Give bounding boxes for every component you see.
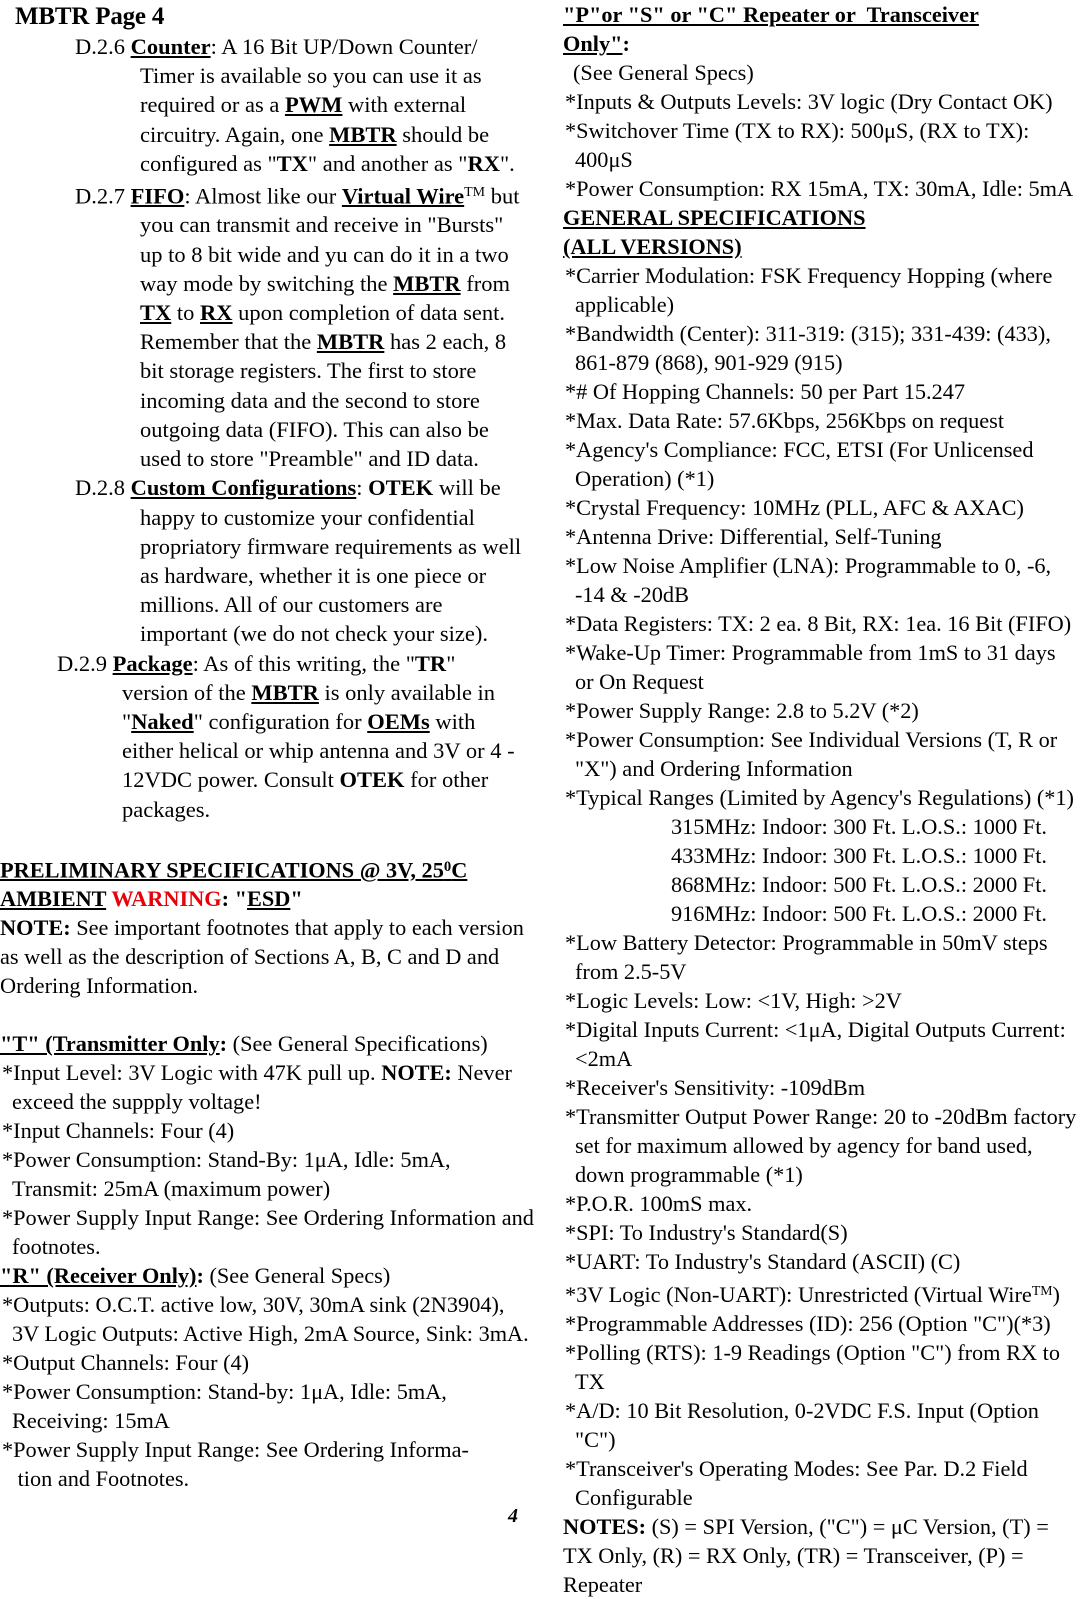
- general-spec-uart: *UART: To Industry's Standard (ASCII) (C…: [565, 1249, 961, 1274]
- transmitter-spec-power-consumption: *Power Consumption: Stand-By: 1μA, Idle:…: [2, 1147, 451, 1202]
- general-spec-spi: *SPI: To Industry's Standard(S): [565, 1220, 848, 1245]
- repeater-spec-io-levels: *Inputs & Outputs Levels: 3V logic (Dry …: [565, 89, 1053, 114]
- general-spec-low-battery-detector: *Low Battery Detector: Programmable in 5…: [565, 930, 1048, 984]
- general-spec-logic-levels: *Logic Levels: Low: <1V, High: >2V: [565, 988, 902, 1013]
- receiver-spec-outputs: *Outputs: O.C.T. active low, 30V, 30mA s…: [2, 1292, 529, 1347]
- transmitter-spec-power-supply: *Power Supply Input Range: See Ordering …: [2, 1205, 534, 1260]
- receiver-spec-power-supply: *Power Supply Input Range: See Ordering …: [2, 1437, 469, 1492]
- general-spec-lna: *Low Noise Amplifier (LNA): Programmable…: [565, 553, 1052, 607]
- range-row-315mhz: 315MHz: Indoor: 300 Ft. L.O.S.: 1000 Ft.: [671, 814, 1047, 839]
- general-spec-power-consumption: *Power Consumption: See Individual Versi…: [565, 727, 1058, 781]
- general-spec-data-registers: *Data Registers: TX: 2 ea. 8 Bit, RX: 1e…: [565, 611, 1072, 636]
- prelim-note: NOTE: See important footnotes that apply…: [0, 915, 524, 999]
- page-title: MBTR Page 4: [15, 3, 165, 30]
- receiver-heading: "R" (Receiver Only): (See General Specs): [0, 1263, 391, 1289]
- general-spec-antenna-drive: *Antenna Drive: Differential, Self-Tunin…: [565, 524, 942, 549]
- general-spec-agency-compliance: *Agency's Compliance: FCC, ETSI (For Unl…: [565, 437, 1034, 491]
- range-row-868mhz: 868MHz: Indoor: 500 Ft. L.O.S.: 2000 Ft.: [671, 872, 1047, 897]
- right-column: "P"or "S" or "C" Repeater or Transceiver…: [563, 0, 1085, 1599]
- paragraph-d27: D.2.7 FIFO: Almost like our Virtual Wire…: [75, 183, 520, 472]
- general-spec-polling: *Polling (RTS): 1-9 Readings (Option "C"…: [565, 1340, 1060, 1395]
- general-spec-receiver-sensitivity: *Receiver's Sensitivity: -109dBm: [565, 1075, 866, 1100]
- general-spec-operating-modes: *Transceiver's Operating Modes: See Par.…: [565, 1456, 1028, 1511]
- general-spec-ad-converter: *A/D: 10 Bit Resolution, 0-2VDC F.S. Inp…: [565, 1398, 1039, 1453]
- repeater-spec-power-consumption: *Power Consumption: RX 15mA, TX: 30mA, I…: [565, 176, 1074, 201]
- paragraph-d28: D.2.8 Custom Configurations: OTEK will b…: [75, 475, 522, 647]
- prelim-spec-title-line1: PRELIMINARY SPECIFICATIONS @ 3V, 250C: [0, 857, 468, 883]
- general-spec-hopping-channels: *# Of Hopping Channels: 50 per Part 15.2…: [565, 379, 966, 404]
- general-spec-power-supply-range: *Power Supply Range: 2.8 to 5.2V (*2): [565, 698, 919, 723]
- repeater-spec-switchover-time: *Switchover Time (TX to RX): 500μS, (RX …: [565, 118, 1030, 172]
- general-spec-heading-line2: (ALL VERSIONS): [563, 234, 742, 259]
- receiver-spec-power-consumption: *Power Consumption: Stand-by: 1μA, Idle:…: [2, 1379, 447, 1434]
- general-spec-programmable-addresses: *Programmable Addresses (ID): 256 (Optio…: [565, 1311, 1051, 1337]
- transmitter-heading: "T" (Transmitter Only: (See General Spec…: [0, 1031, 488, 1057]
- general-spec-heading-line1: GENERAL SPECIFICATIONS: [563, 205, 866, 230]
- repeater-subnote: (See General Specs): [573, 60, 754, 85]
- receiver-spec-output-channels: *Output Channels: Four (4): [2, 1350, 250, 1376]
- general-notes: NOTES: (S) = SPI Version, ("C") = μC Ver…: [563, 1514, 1049, 1598]
- general-spec-typical-ranges: *Typical Ranges (Limited by Agency's Reg…: [565, 785, 1074, 810]
- transmitter-spec-input-level: *Input Level: 3V Logic with 47K pull up.…: [2, 1060, 512, 1115]
- general-spec-carrier-modulation: *Carrier Modulation: FSK Frequency Hoppi…: [565, 263, 1053, 317]
- general-spec-wake-up-timer: *Wake-Up Timer: Programmable from 1mS to…: [565, 640, 1056, 694]
- range-row-433mhz: 433MHz: Indoor: 300 Ft. L.O.S.: 1000 Ft.: [671, 843, 1047, 868]
- general-spec-max-data-rate: *Max. Data Rate: 57.6Kbps, 256Kbps on re…: [565, 408, 1005, 433]
- general-spec-tx-output-power: *Transmitter Output Power Range: 20 to -…: [565, 1104, 1077, 1187]
- general-spec-por: *P.O.R. 100mS max.: [565, 1191, 753, 1216]
- warning-label: WARNING: [111, 886, 222, 912]
- general-spec-bandwidth: *Bandwidth (Center): 311-319: (315); 331…: [565, 321, 1051, 375]
- document-page: MBTR Page 4 D.2.6 Counter: A 16 Bit UP/D…: [0, 0, 1085, 1597]
- general-spec-crystal-frequency: *Crystal Frequency: 10MHz (PLL, AFC & AX…: [565, 495, 1024, 520]
- repeater-heading-line1: "P"or "S" or "C" Repeater or Transceiver: [563, 2, 979, 27]
- general-spec-3v-logic: *3V Logic (Non-UART): Unrestricted (Virt…: [565, 1282, 1060, 1308]
- paragraph-d29: D.2.9 Package: As of this writing, the "…: [57, 650, 515, 822]
- repeater-heading-line2: Only":: [563, 31, 630, 56]
- left-column: MBTR Page 4 D.2.6 Counter: A 16 Bit UP/D…: [0, 0, 540, 1493]
- page-number: 4: [508, 1505, 518, 1527]
- prelim-spec-title-line2: AMBIENT WARNING: "ESD": [0, 886, 303, 912]
- range-row-916mhz: 916MHz: Indoor: 500 Ft. L.O.S.: 2000 Ft.: [671, 901, 1047, 926]
- general-spec-digital-currents: *Digital Inputs Current: <1μA, Digital O…: [565, 1017, 1066, 1071]
- paragraph-d26: D.2.6 Counter: A 16 Bit UP/Down Counter/…: [75, 34, 515, 176]
- transmitter-spec-input-channels: *Input Channels: Four (4): [2, 1118, 235, 1144]
